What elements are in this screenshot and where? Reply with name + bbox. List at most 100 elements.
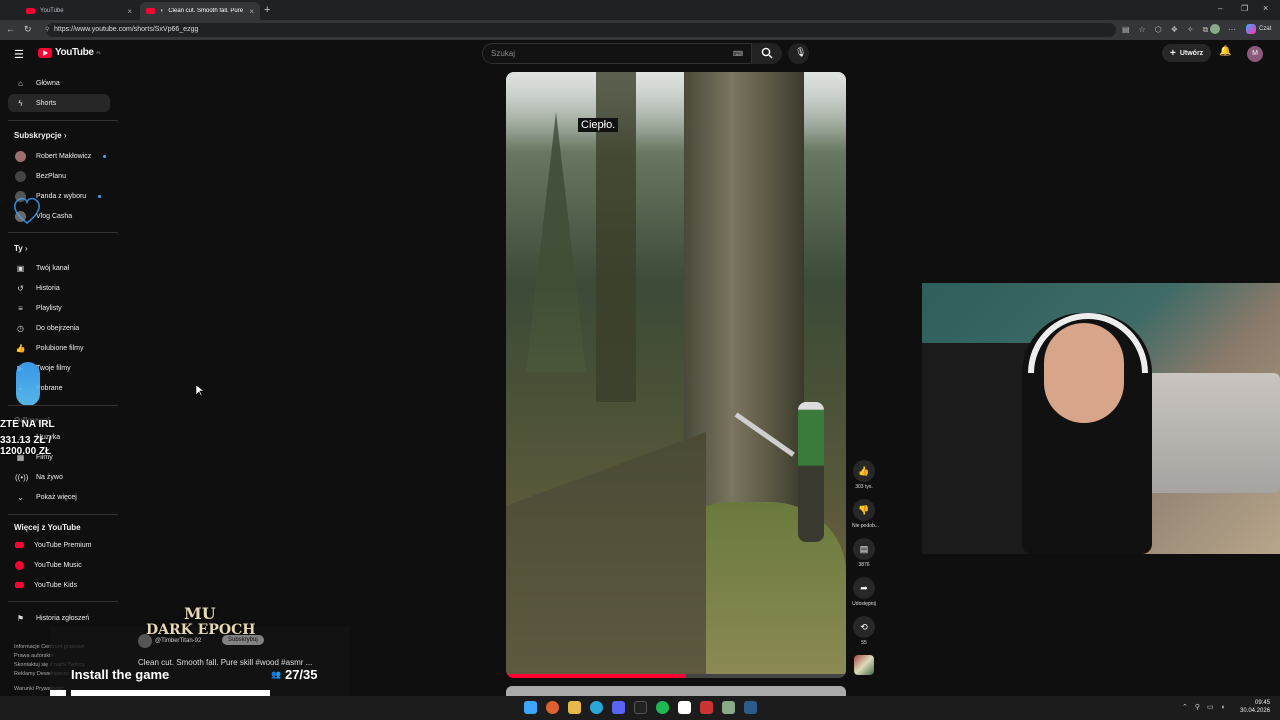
sidebar-item-report-history[interactable]: ⚑ Historia zgłoszeń [8,609,110,627]
site-info-icon[interactable]: ⚲ [45,26,49,33]
app-icon[interactable] [634,701,647,714]
sidebar-item-yt-kids[interactable]: YouTube Kids [8,576,110,594]
youtube-logo[interactable]: YouTube PL [38,47,101,58]
divider [8,232,118,233]
back-icon[interactable]: ← [6,24,15,34]
donation-title: ZTE NA IRL [0,419,55,430]
browser-toolbar-icons[interactable]: ▤☆⬡❖✧⧉ [1122,25,1217,35]
refresh-icon[interactable]: ↻ [24,24,32,35]
system-tray-icons[interactable]: ⌃⚲▭◖ [1182,703,1232,711]
search-button[interactable] [752,43,782,64]
notifications-icon[interactable]: 🔔 [1219,46,1231,57]
sound-thumbnail[interactable] [854,655,874,675]
bed [1132,373,1280,493]
create-button[interactable]: + Utwórz [1162,44,1212,62]
sidebar-item-label: Shorts [36,99,57,107]
youtube-music-icon [15,560,24,570]
more-menu-icon[interactable]: ⋯ [1228,25,1236,34]
profile-avatar[interactable] [1210,24,1220,34]
search-input[interactable]: Szukaj ⌨ [482,43,752,64]
new-content-dot [103,154,107,158]
donation-current: 331.13 ZŁ / [0,435,52,446]
close-icon[interactable]: × [127,7,132,16]
close-icon[interactable]: × [249,7,254,16]
tab-short[interactable]: ◖ Clean cut. Smooth fall. Pure s × [140,2,260,20]
close-window-button[interactable]: × [1263,3,1268,13]
clock[interactable]: 09:45 30.04.2026 [1240,699,1270,715]
remix-icon: ⟲ [853,616,875,638]
speaker-icon[interactable]: ◖ [160,8,164,14]
sidebar-item-your-channel[interactable]: ▣ Twój kanał [8,259,110,277]
clock-icon: ◷ [17,323,24,333]
video-caption: Ciepło. [578,118,619,132]
you-heading[interactable]: Ty › [14,244,28,253]
tab-label: YouTube [40,8,64,14]
sidebar-item-yt-music[interactable]: YouTube Music [8,556,110,574]
slope [506,432,706,678]
subscription-item[interactable]: BezPlanu [8,167,110,185]
sidebar-item-history[interactable]: ↺ Historia [8,279,110,297]
voice-search-button[interactable]: 🎙 [788,43,809,64]
app-icon[interactable] [722,701,735,714]
show-more-button[interactable]: ⌄ Pokaż więcej [8,488,110,506]
flag-icon: ⚑ [16,613,25,623]
short-video-player[interactable] [506,72,846,678]
spotify-icon[interactable] [656,701,669,714]
chevron-right-icon: › [24,244,28,253]
copilot-button[interactable]: Czat [1246,24,1271,34]
stream-widget-blob [16,362,40,406]
short-title[interactable]: Clean cut. Smooth fall. Pure skill #wood… [138,658,312,667]
steam-icon[interactable] [744,701,757,714]
restore-button[interactable]: ❐ [1241,4,1248,13]
sidebar-item-label: Playlisty [36,304,62,312]
comments-button[interactable]: ▤ 3876 [852,538,876,568]
sidebar-item-live[interactable]: ((•)) Na żywo [8,468,110,486]
next-short-preview[interactable] [506,686,846,696]
keyboard-icon[interactable]: ⌨ [733,50,743,58]
avatar [15,150,26,162]
remix-button[interactable]: ⟲ 55 [852,616,876,646]
sidebar-item-shorts[interactable]: ϟ Shorts [8,94,110,112]
tab-youtube[interactable]: YouTube × [20,2,138,20]
sidebar-item-label: Historia [36,284,60,292]
subscription-item[interactable]: Robert Makłowicz [8,147,110,165]
footer-link[interactable]: Prawa autorskie [14,653,53,659]
discord-icon[interactable] [612,701,625,714]
dislike-button[interactable]: 👎 Nie podob... [852,499,879,529]
sidebar-item-liked[interactable]: 👍 Polubione filmy [8,339,110,357]
search-placeholder: Szukaj [491,49,516,58]
edge-icon[interactable] [590,701,603,714]
minimize-button[interactable]: – [1218,4,1222,13]
more-from-youtube-heading: Więcej z YouTube [14,523,81,532]
app-icon[interactable] [700,701,713,714]
like-icon: 👍 [15,343,26,353]
windows-start-icon[interactable] [524,701,537,714]
sidebar-item-watch-later[interactable]: ◷ Do obejrzenia [8,319,110,337]
like-button[interactable]: 👍 303 tys. [852,460,876,490]
plus-icon: + [1170,47,1176,59]
account-avatar[interactable]: M [1247,46,1263,62]
menu-icon[interactable]: ☰ [14,48,24,61]
subscriptions-heading[interactable]: Subskrypcje › [14,131,66,140]
clock-time: 09:45 [1255,700,1271,706]
channel-avatar[interactable] [138,634,152,648]
file-explorer-icon[interactable] [568,701,581,714]
sidebar-item-home[interactable]: ⌂ Główna [8,74,110,92]
sidebar-item-label: Robert Makłowicz [36,152,92,160]
sidebar-item-label: Główna [36,79,60,87]
share-button[interactable]: ➦ Udostępnij [852,577,876,607]
sidebar-item-playlists[interactable]: ≡ Playlisty [8,299,110,317]
create-label: Utwórz [1179,49,1204,57]
donation-goal-widget: ZTE NA IRL 331.13 ZŁ / 1200.00 ZŁ [0,419,55,457]
firefox-icon[interactable] [546,701,559,714]
new-tab-button[interactable]: + [264,4,270,16]
url-field[interactable] [46,23,1116,37]
new-content-dot [98,194,102,198]
app-icon[interactable] [678,701,691,714]
thumbs-up-icon: 👍 [853,460,875,482]
sidebar-item-label: Do obejrzenia [36,324,80,332]
subscribe-button[interactable]: Subskrybuj [222,635,264,645]
sidebar-item-label: Na żywo [36,473,63,481]
sidebar-item-yt-premium[interactable]: YouTube Premium [8,536,110,554]
channel-name[interactable]: @TimberTitan-92 [155,638,201,644]
